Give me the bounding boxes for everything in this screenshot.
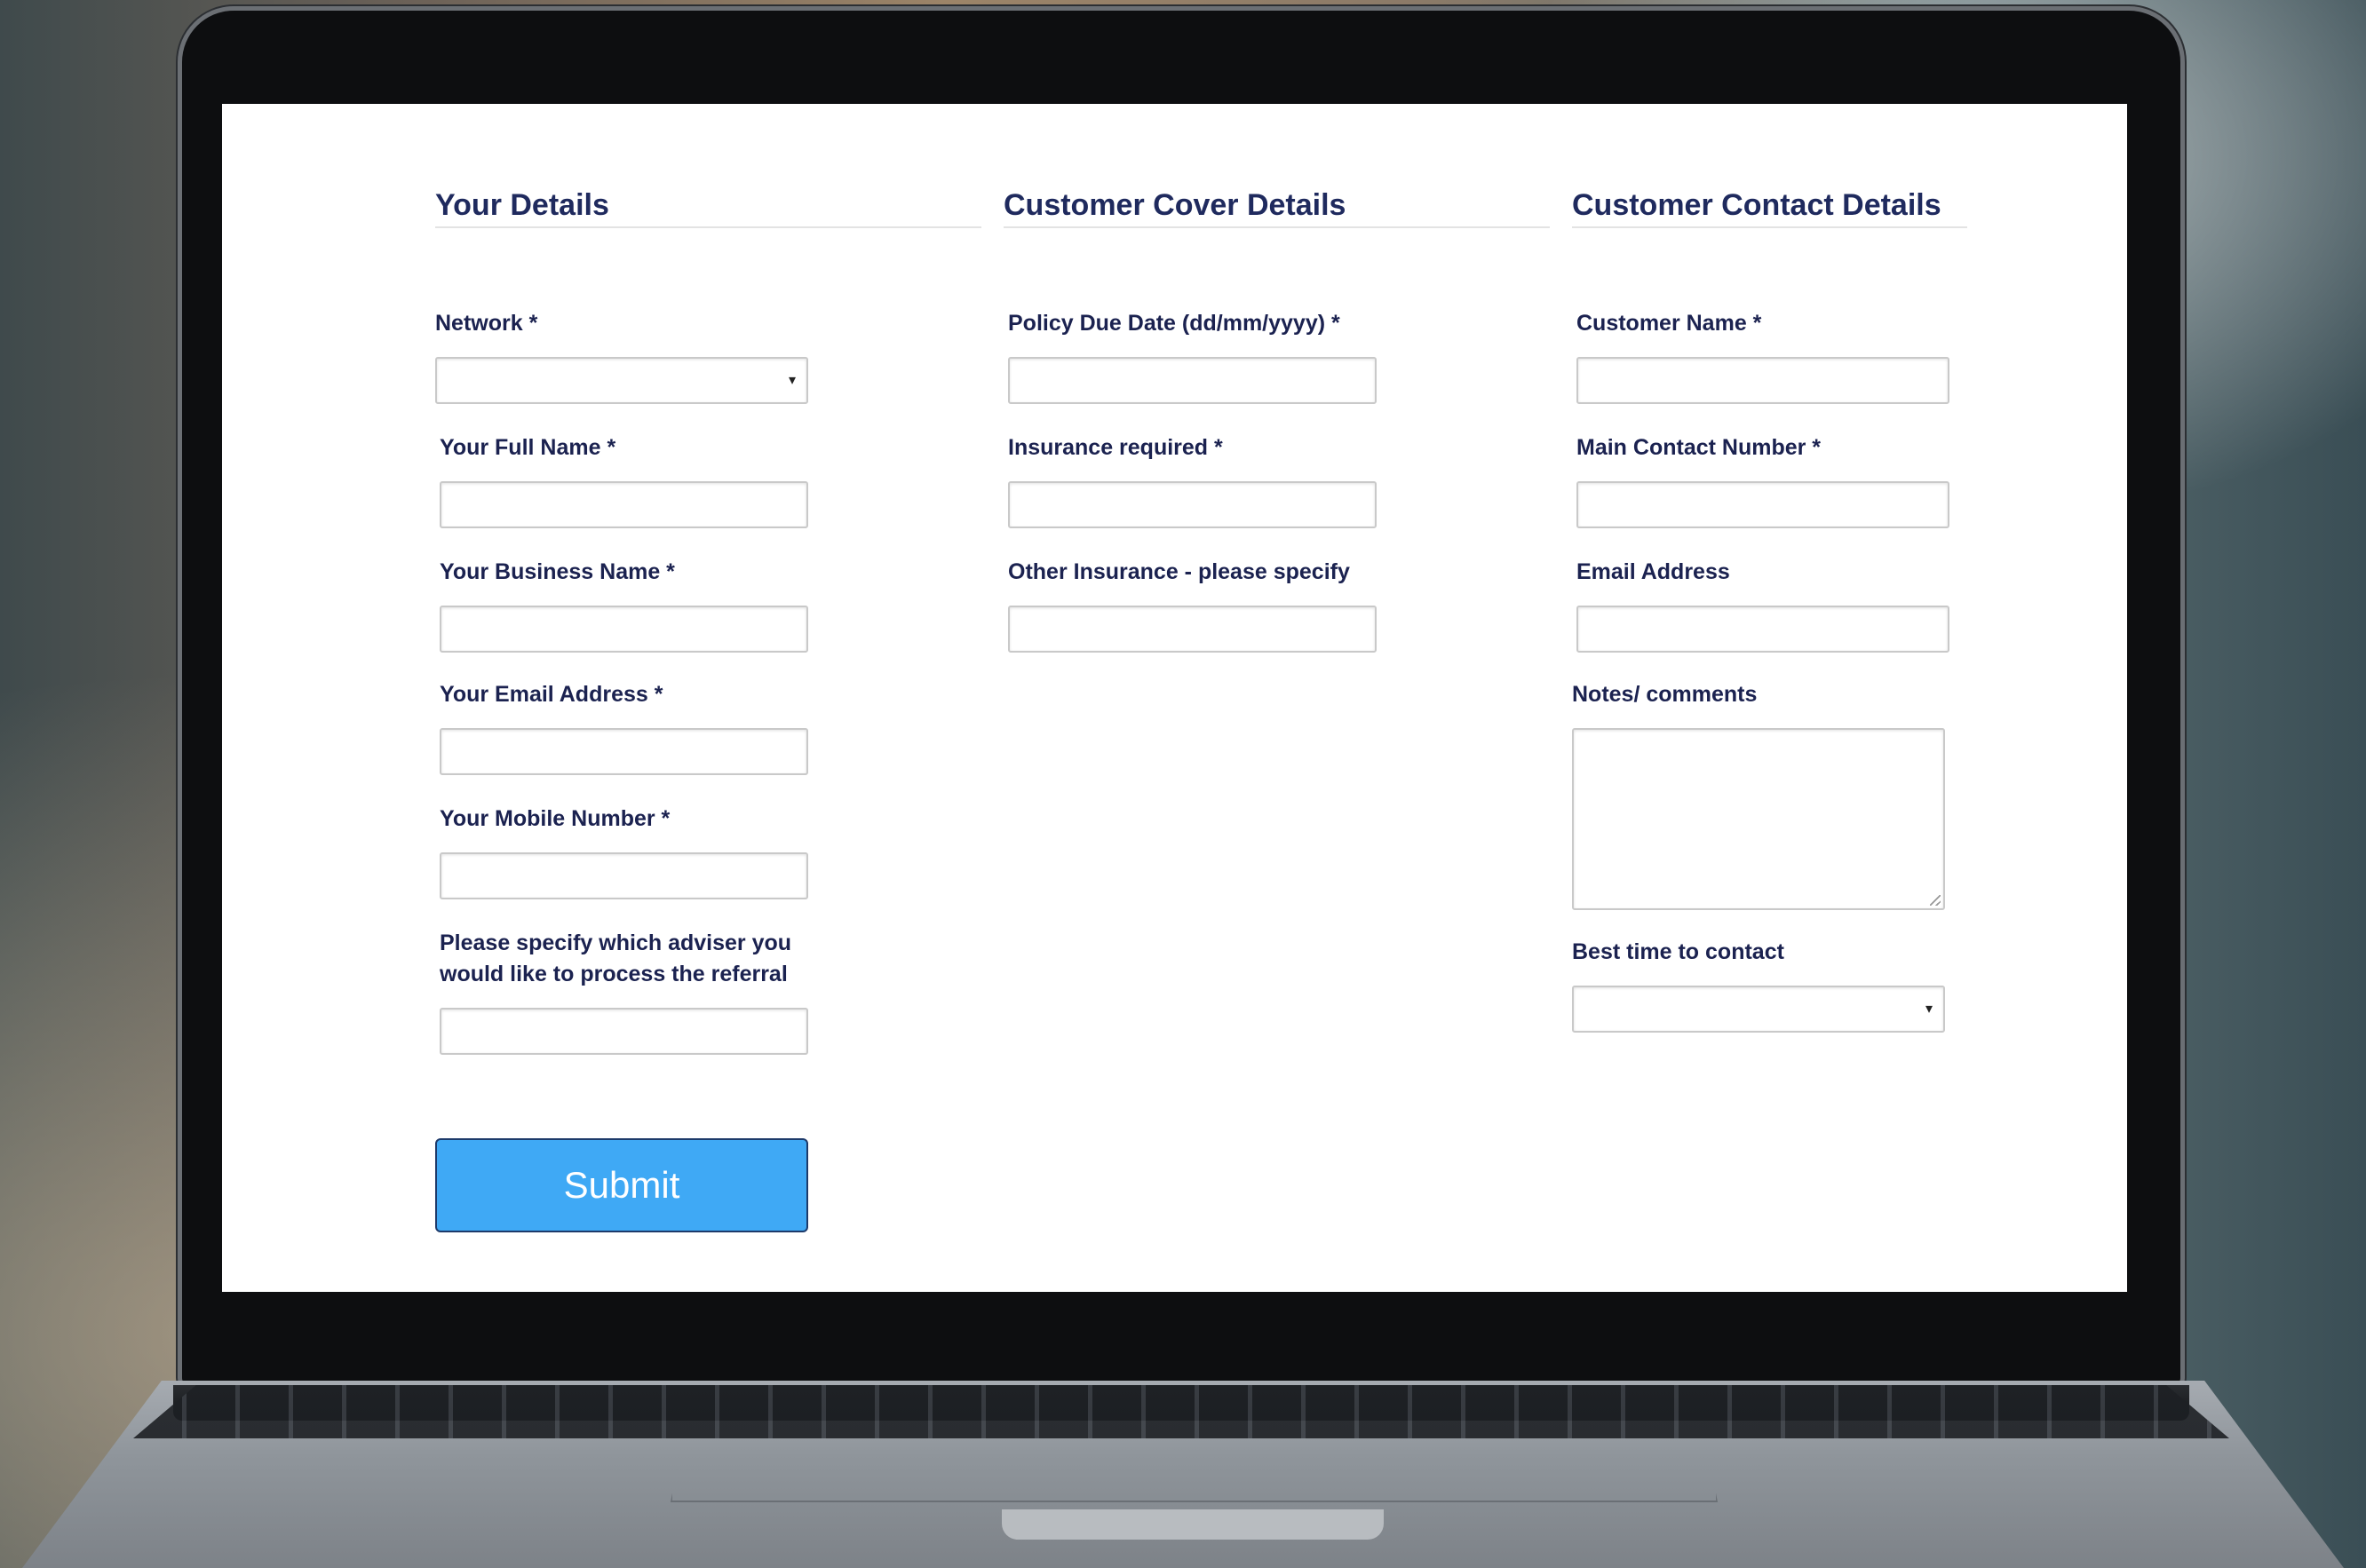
main-contact-input[interactable] — [1576, 481, 1949, 528]
policy-due-input[interactable] — [1008, 357, 1377, 404]
notes-label: Notes/ comments — [1572, 682, 1758, 707]
other-insurance-label: Other Insurance - please specify — [1008, 559, 1350, 584]
contact-email-label: Email Address — [1576, 559, 1730, 584]
chevron-down-icon: ▾ — [788, 373, 796, 388]
adviser-label-line1: Please specify which adviser you — [440, 931, 792, 955]
cover-details-heading: Customer Cover Details — [1004, 188, 1550, 228]
adviser-label-line2: would like to process the referral — [440, 962, 788, 986]
email-input[interactable] — [440, 728, 808, 775]
adviser-input[interactable] — [440, 1008, 808, 1055]
lid-notch — [1002, 1509, 1384, 1540]
resize-handle-icon[interactable] — [1930, 895, 1941, 906]
contact-details-heading: Customer Contact Details — [1572, 188, 1967, 228]
business-name-input[interactable] — [440, 606, 808, 653]
other-insurance-input[interactable] — [1008, 606, 1377, 653]
email-label: Your Email Address * — [440, 682, 663, 707]
full-name-label: Your Full Name * — [440, 435, 616, 460]
policy-due-label: Policy Due Date (dd/mm/yyyy) * — [1008, 311, 1340, 336]
customer-name-label: Customer Name * — [1576, 311, 1762, 336]
insurance-required-label: Insurance required * — [1008, 435, 1223, 460]
notes-textarea[interactable] — [1572, 728, 1945, 910]
chevron-down-icon: ▾ — [1925, 1002, 1933, 1017]
network-select[interactable]: ▾ — [435, 357, 808, 404]
business-name-label: Your Business Name * — [440, 559, 675, 584]
best-time-label: Best time to contact — [1572, 939, 1784, 964]
network-label: Network * — [435, 311, 538, 336]
laptop-lid: Your Details Network * ▾ Your Full Name … — [182, 11, 2180, 1385]
your-details-heading: Your Details — [435, 188, 981, 228]
submit-button[interactable]: Submit — [435, 1138, 808, 1232]
trackpad — [671, 1447, 1718, 1502]
insurance-required-input[interactable] — [1008, 481, 1377, 528]
full-name-input[interactable] — [440, 481, 808, 528]
mobile-label: Your Mobile Number * — [440, 806, 671, 831]
contact-email-input[interactable] — [1576, 606, 1949, 653]
mobile-input[interactable] — [440, 852, 808, 899]
keyboard — [133, 1385, 2229, 1438]
customer-name-input[interactable] — [1576, 357, 1949, 404]
screen: Your Details Network * ▾ Your Full Name … — [222, 104, 2127, 1292]
main-contact-label: Main Contact Number * — [1576, 435, 1822, 460]
best-time-select[interactable]: ▾ — [1572, 986, 1945, 1033]
